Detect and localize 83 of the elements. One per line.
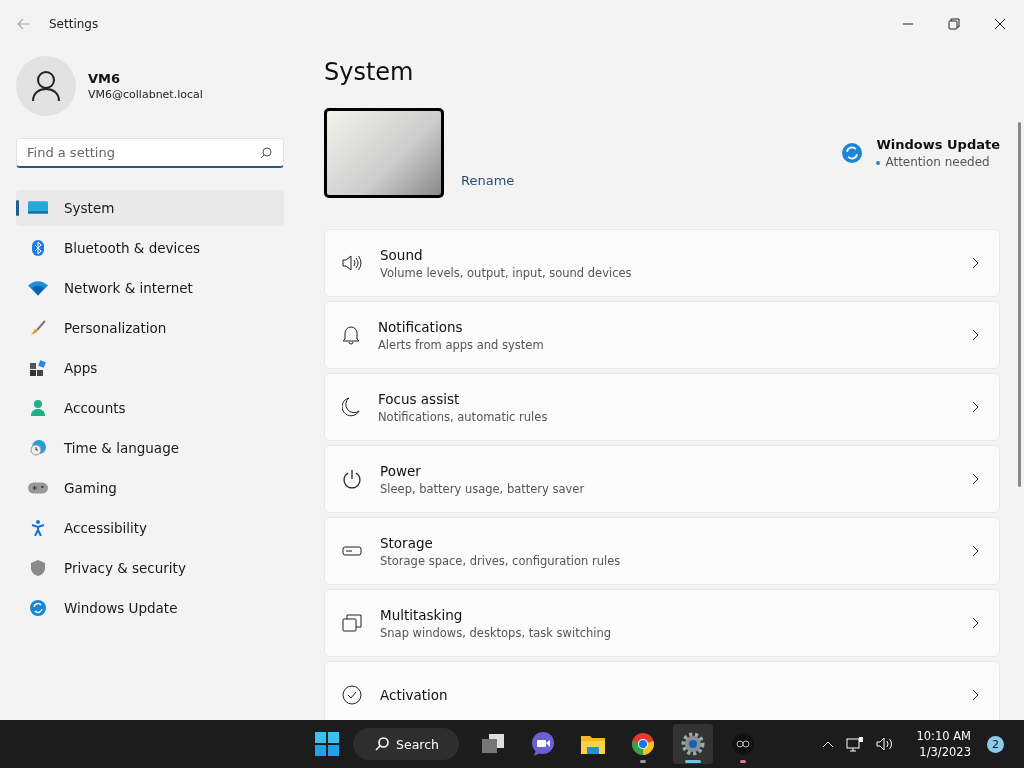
settings-card[interactable]: Activation xyxy=(324,661,1000,720)
card-subtitle: Storage space, drives, configuration rules xyxy=(380,553,622,568)
card-title: Focus assist xyxy=(378,390,461,407)
folder-icon xyxy=(580,734,605,754)
settings-card[interactable]: Sound Volume levels, output, input, sound devices xyxy=(324,229,1000,297)
settings-card[interactable]: Storage Storage space, drives, configuration rules xyxy=(324,517,1000,585)
update-status: Attention needed xyxy=(876,155,1000,169)
account-name: VM6 xyxy=(88,71,122,86)
chevron-icon xyxy=(972,617,979,629)
sync-icon xyxy=(28,600,48,616)
clock-date[interactable]: 1/3/2023 xyxy=(919,745,971,759)
card-title: Notifications xyxy=(378,318,464,335)
search-icon xyxy=(375,737,389,751)
card-subtitle: Sleep, battery usage, battery saver xyxy=(380,481,586,496)
bell-icon xyxy=(342,325,360,345)
windows-stack-icon xyxy=(342,614,362,632)
account-email: VM6@collabnet.local xyxy=(88,88,203,101)
monitor-icon xyxy=(28,200,48,216)
chevron-up-icon[interactable] xyxy=(822,740,835,748)
moon-icon xyxy=(342,397,360,417)
task-view-icon xyxy=(480,733,505,755)
window-title: Settings xyxy=(49,17,99,31)
chevron-icon xyxy=(972,401,979,413)
drive-icon xyxy=(342,546,362,556)
start-icon[interactable] xyxy=(315,732,339,756)
sync-icon xyxy=(842,143,863,163)
shield-icon xyxy=(28,560,48,576)
sidebar-item[interactable]: Accessibility xyxy=(16,510,284,546)
restore-icon[interactable] xyxy=(948,18,960,30)
media-app-icon xyxy=(730,732,755,756)
wifi-icon xyxy=(28,280,48,296)
page-title: System xyxy=(324,58,415,86)
gear-icon xyxy=(680,732,705,756)
sidebar-item[interactable]: Personalization xyxy=(16,310,284,346)
settings-card[interactable]: Focus assist Notifications, automatic rules xyxy=(324,373,1000,441)
search-field[interactable]: Find a setting xyxy=(16,138,284,168)
card-subtitle: Notifications, automatic rules xyxy=(378,409,549,424)
chevron-icon xyxy=(972,257,979,269)
card-title: Multitasking xyxy=(380,606,464,623)
taskbar-search[interactable]: Search xyxy=(353,728,459,760)
sidebar-item[interactable]: Accounts xyxy=(16,390,284,426)
video-chat-icon xyxy=(530,732,555,756)
settings-card[interactable]: Notifications Alerts from apps and system xyxy=(324,301,1000,369)
card-title: Storage xyxy=(380,534,434,551)
chevron-icon xyxy=(972,329,979,341)
card-subtitle: Snap windows, desktops, task switching xyxy=(380,625,613,640)
taskbar-app[interactable] xyxy=(672,724,713,764)
gamepad-icon xyxy=(28,480,48,496)
clock-time[interactable]: 10:10 AM xyxy=(916,729,971,743)
sidebar-item[interactable]: Network & internet xyxy=(16,270,284,306)
scrollbar[interactable] xyxy=(1018,122,1021,487)
rename-link[interactable]: Rename xyxy=(461,173,515,188)
browser-icon xyxy=(630,732,655,756)
apps-icon xyxy=(28,360,48,376)
network-icon[interactable] xyxy=(846,736,865,752)
brush-icon xyxy=(28,320,48,336)
check-circle-icon xyxy=(342,685,362,705)
chevron-icon xyxy=(972,545,979,557)
sidebar-item[interactable]: Apps xyxy=(16,350,284,386)
sidebar-item[interactable]: Time & language xyxy=(16,430,284,466)
person-icon xyxy=(28,400,48,416)
card-subtitle: Volume levels, output, input, sound devices xyxy=(380,265,633,280)
update-title[interactable]: Windows Update xyxy=(876,137,1000,152)
chevron-icon xyxy=(972,473,979,485)
close-icon[interactable] xyxy=(994,18,1006,30)
speaker-icon xyxy=(342,255,362,271)
sidebar-item[interactable]: Privacy & security xyxy=(16,550,284,586)
card-title: Power xyxy=(380,462,422,479)
settings-card[interactable]: Multitasking Snap windows, desktops, task switching xyxy=(324,589,1000,657)
speaker-icon[interactable] xyxy=(876,737,895,751)
chevron-icon xyxy=(972,689,979,701)
power-icon xyxy=(342,469,362,489)
sidebar-item[interactable]: System xyxy=(16,190,284,226)
notification-count[interactable]: 2 xyxy=(987,735,1004,753)
card-subtitle: Alerts from apps and system xyxy=(378,337,545,352)
sidebar-item[interactable]: Windows Update xyxy=(16,590,284,626)
search-icon xyxy=(260,147,272,159)
settings-card[interactable]: Power Sleep, battery usage, battery saver xyxy=(324,445,1000,513)
card-title: Activation xyxy=(380,687,449,703)
card-title: Sound xyxy=(380,246,424,263)
clock-globe-icon xyxy=(28,440,48,456)
sidebar-item[interactable]: Bluetooth & devices xyxy=(16,230,284,266)
sidebar-item[interactable]: Gaming xyxy=(16,470,284,506)
